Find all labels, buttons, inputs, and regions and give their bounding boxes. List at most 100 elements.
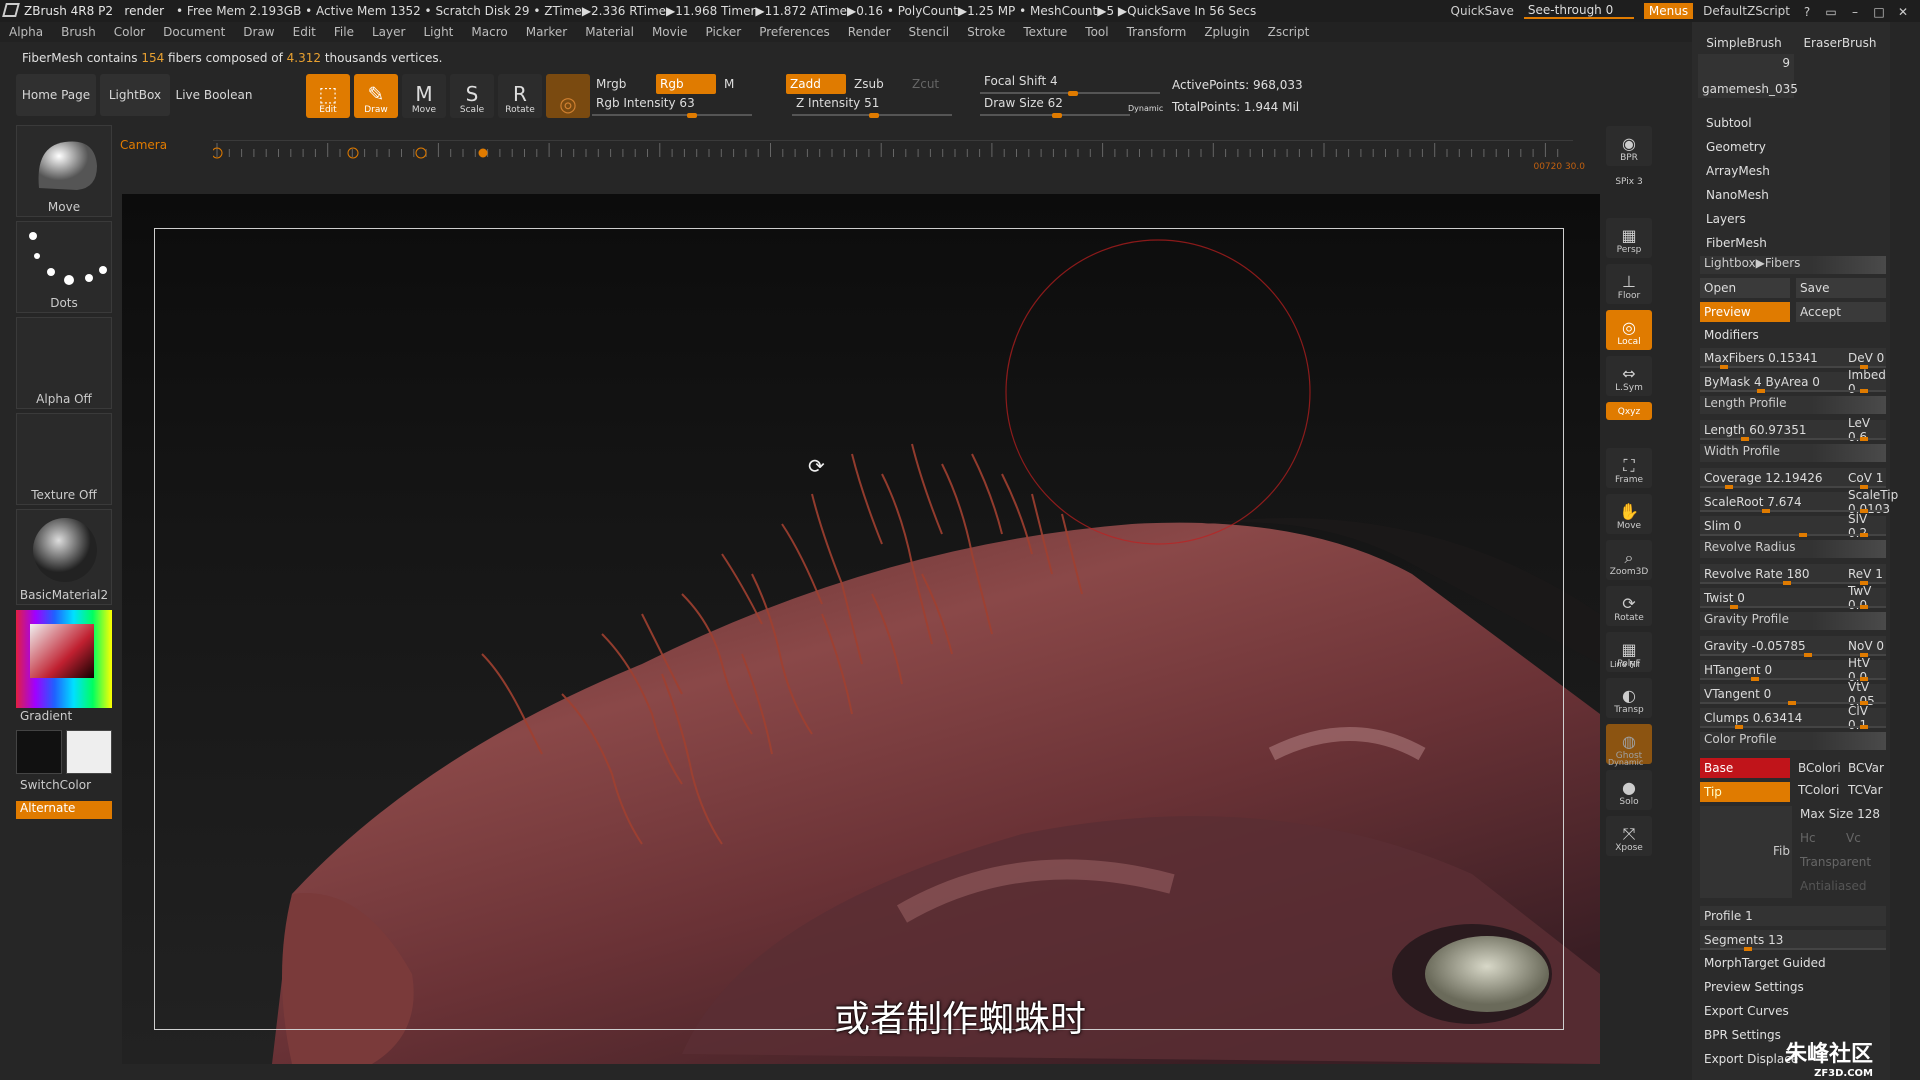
antialiased-toggle[interactable]: Antialiased — [1796, 876, 1886, 896]
zadd-toggle[interactable]: Zadd — [786, 74, 846, 94]
menu-zplugin[interactable]: Zplugin — [1195, 25, 1258, 39]
see-through-slider[interactable]: See-through 0 — [1523, 3, 1634, 19]
lightbox-fibers[interactable]: Lightbox▶Fibers — [1700, 256, 1886, 274]
rotate-mode-button[interactable]: R Rotate — [498, 74, 542, 118]
eraserbrush-slot[interactable]: EraserBrush — [1792, 22, 1888, 52]
brush-tip-icon[interactable]: ◎ — [546, 74, 590, 118]
stroke-slot[interactable]: Dots — [16, 221, 112, 313]
m-toggle[interactable]: M — [720, 74, 750, 94]
xpose-button[interactable]: ⤧ Xpose — [1606, 816, 1652, 856]
slider-twist[interactable]: Twist 0 TwV 0.0 — [1700, 584, 1886, 612]
floor-button[interactable]: ⊥ Floor — [1606, 264, 1652, 304]
menus-toggle[interactable]: Menus — [1643, 3, 1694, 19]
save-fibers-button[interactable]: Save — [1796, 278, 1886, 298]
revolve-variance[interactable]: ReV 1 — [1848, 567, 1883, 581]
main-color-swatch[interactable] — [66, 730, 112, 774]
slider-scaleroot[interactable]: ScaleRoot 7.674 ScaleTip 0.0103 — [1700, 488, 1898, 516]
menu-color[interactable]: Color — [105, 25, 154, 39]
slider-slim[interactable]: Slim 0 SlV 0.2 — [1700, 512, 1886, 540]
panel-preview-settings[interactable]: Preview Settings — [1700, 980, 1886, 994]
timeline-track[interactable] — [211, 140, 1573, 166]
tcvar-slider[interactable]: TCVar — [1844, 780, 1888, 800]
menu-draw[interactable]: Draw — [234, 25, 283, 39]
menu-stencil[interactable]: Stencil — [900, 25, 959, 39]
profile-header-width[interactable]: Width Profile — [1700, 444, 1886, 462]
profile-header-revolve[interactable]: Revolve Radius — [1700, 540, 1886, 558]
panel-morphtarget-guided[interactable]: MorphTarget Guided — [1700, 956, 1886, 970]
menu-file[interactable]: File — [325, 25, 363, 39]
open-fibers-button[interactable]: Open — [1700, 278, 1790, 298]
bcolor-toggle[interactable]: BColori — [1794, 758, 1842, 778]
brush-slot[interactable]: Move — [16, 125, 112, 217]
menu-tool[interactable]: Tool — [1076, 25, 1117, 39]
draw-size-slider[interactable]: Draw Size 62 — [980, 96, 1130, 118]
profile-header-gravity[interactable]: Gravity Profile — [1700, 612, 1886, 630]
menu-marker[interactable]: Marker — [517, 25, 576, 39]
base-color-button[interactable]: Base — [1700, 758, 1790, 778]
profile-header-color[interactable]: Color Profile — [1700, 732, 1886, 750]
live-boolean-button[interactable]: Live Boolean — [174, 74, 254, 116]
gravity-variance[interactable]: NoV 0 — [1848, 639, 1884, 653]
solo-button[interactable]: ● Solo — [1606, 770, 1652, 810]
zoom3d-button[interactable]: ⌕ Zoom3D — [1606, 540, 1652, 580]
xyz-button[interactable]: Qxyz — [1606, 402, 1652, 420]
panel-arraymesh[interactable]: ArrayMesh — [1706, 164, 1770, 178]
frame-button[interactable]: ⛶ Frame — [1606, 448, 1652, 488]
zsub-toggle[interactable]: Zsub — [850, 74, 904, 94]
mrgb-toggle[interactable]: Mrgb — [592, 74, 652, 94]
color-picker[interactable] — [16, 610, 112, 708]
preview-button[interactable]: Preview — [1700, 302, 1790, 322]
menu-picker[interactable]: Picker — [696, 25, 750, 39]
simplebrush-slot[interactable]: SimpleBrush — [1696, 22, 1792, 52]
menu-macro[interactable]: Macro — [462, 25, 516, 39]
slider-bymask[interactable]: ByMask 4 ByArea 0 Imbed 0 — [1700, 368, 1886, 396]
segments-slider[interactable]: Segments 13 — [1700, 930, 1886, 951]
menu-movie[interactable]: Movie — [643, 25, 697, 39]
tip-color-button[interactable]: Tip — [1700, 782, 1790, 802]
coverage-variance[interactable]: CoV 1 — [1848, 471, 1883, 485]
slider-htangent[interactable]: HTangent 0 HtV 0.0 — [1700, 656, 1886, 684]
slider-vtangent[interactable]: VTangent 0VtV 0.05 — [1700, 680, 1886, 708]
hc-slider[interactable]: Hc — [1796, 828, 1840, 848]
quicksave-button[interactable]: QuickSave — [1451, 4, 1514, 18]
focal-shift-slider[interactable]: Focal Shift 4 — [980, 74, 1160, 96]
local-button[interactable]: ◎ Local — [1606, 310, 1652, 350]
layout-icon[interactable]: ▭ — [1824, 5, 1838, 19]
z-intensity-slider[interactable]: Z Intensity 51 — [792, 96, 952, 118]
rotate-button[interactable]: ⟳ Rotate — [1606, 586, 1652, 626]
accept-button[interactable]: Accept — [1796, 302, 1886, 322]
slider-gravity[interactable]: Gravity -0.05785 NoV 0 — [1700, 636, 1886, 657]
transp-button[interactable]: ◐ Transp — [1606, 678, 1652, 718]
gamemesh-slot[interactable]: 9 gamemesh_035 — [1698, 54, 1798, 98]
help-icon[interactable]: ? — [1800, 5, 1814, 19]
maximize-icon[interactable]: □ — [1872, 5, 1886, 19]
spix-button[interactable]: SPix 3 — [1606, 172, 1652, 190]
switchcolor-button[interactable]: SwitchColor — [20, 778, 91, 792]
rgb-intensity-slider[interactable]: Rgb Intensity 63 — [592, 96, 752, 118]
panel-subtool[interactable]: Subtool — [1706, 116, 1752, 130]
timeline[interactable]: Camera 00720 30.0 — [115, 134, 1585, 172]
material-slot[interactable]: BasicMaterial2 — [16, 509, 112, 605]
alternate-button[interactable]: Alternate — [16, 801, 112, 819]
lsym-button[interactable]: ⇔ L.Sym — [1606, 356, 1652, 396]
bpr-button[interactable]: ◉ BPR — [1606, 126, 1652, 166]
menu-light[interactable]: Light — [414, 25, 462, 39]
menu-transform[interactable]: Transform — [1118, 25, 1196, 39]
gradient-label[interactable]: Gradient — [20, 709, 72, 723]
tcolor-toggle[interactable]: TColori — [1794, 780, 1842, 800]
slider-maxfibers[interactable]: MaxFibers 0.15341 DeV 0 — [1700, 348, 1886, 369]
menu-stroke[interactable]: Stroke — [958, 25, 1014, 39]
menu-material[interactable]: Material — [576, 25, 643, 39]
menu-layer[interactable]: Layer — [363, 25, 414, 39]
slider-revolve[interactable]: Revolve Rate 180 ReV 1 — [1700, 564, 1886, 585]
profile-header-length[interactable]: Length Profile — [1700, 396, 1886, 414]
scale-mode-button[interactable]: S Scale — [450, 74, 494, 118]
rgb-toggle[interactable]: Rgb — [656, 74, 716, 94]
lightbox-button[interactable]: LightBox — [100, 74, 170, 116]
minimize-icon[interactable]: – — [1848, 5, 1862, 19]
move-mode-button[interactable]: M Move — [402, 74, 446, 118]
persp-button[interactable]: ▦ Persp — [1606, 218, 1652, 258]
menu-texture[interactable]: Texture — [1014, 25, 1076, 39]
dynamic-toggle[interactable]: Dynamic — [1124, 98, 1166, 118]
menu-render[interactable]: Render — [839, 25, 900, 39]
